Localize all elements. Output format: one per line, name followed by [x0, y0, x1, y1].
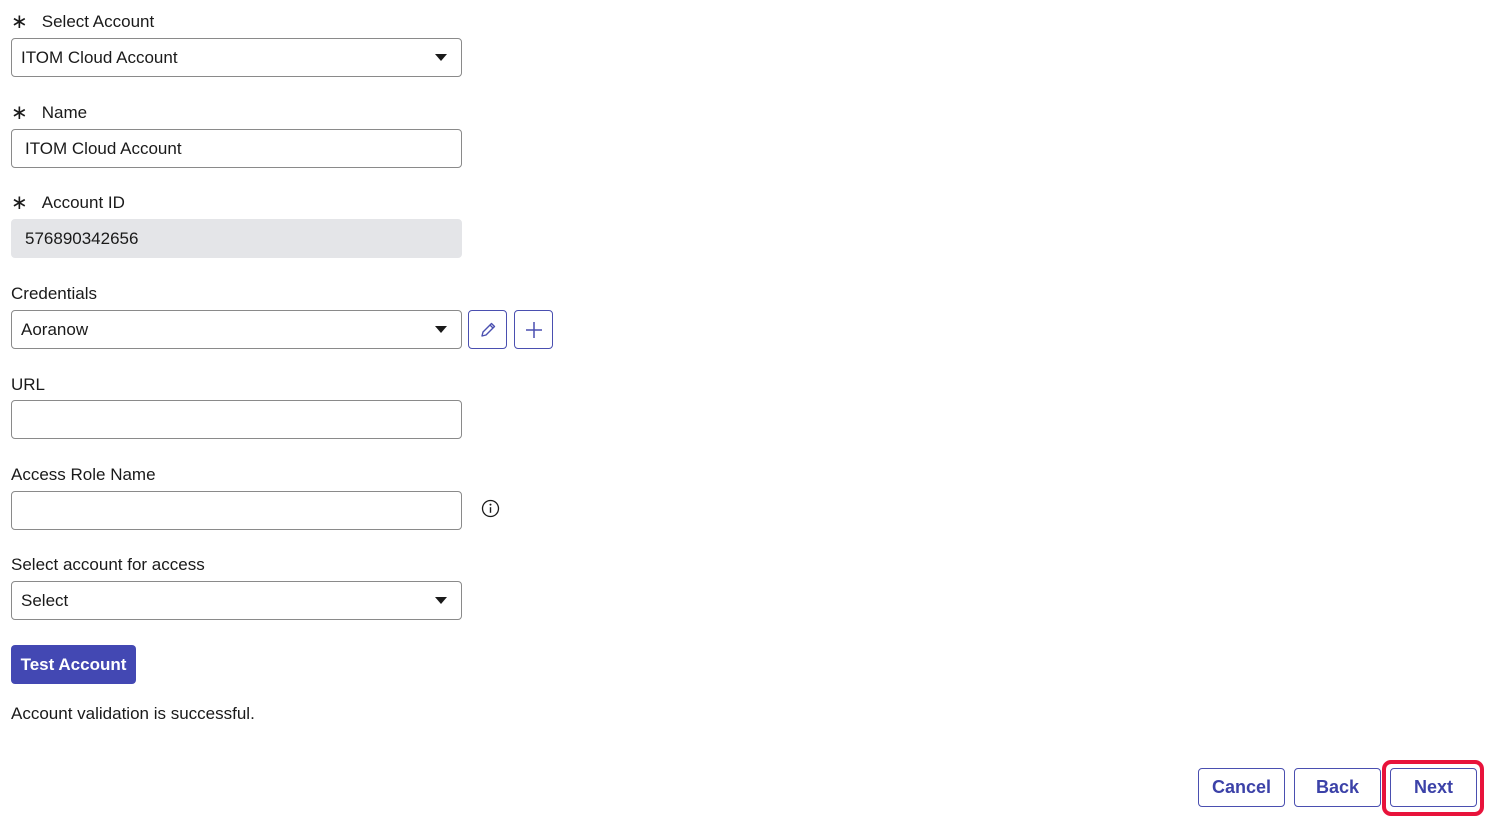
select-account-value: ITOM Cloud Account: [21, 47, 178, 67]
back-button[interactable]: Back: [1294, 768, 1381, 807]
select-account-label: ∗ Select Account: [11, 12, 154, 32]
next-button-highlight: [1382, 760, 1484, 816]
test-account-button[interactable]: Test Account: [11, 645, 136, 684]
required-asterisk-icon: ∗: [11, 192, 28, 214]
account-id-label: ∗ Account ID: [11, 193, 125, 213]
select-account-label-text: Select Account: [41, 12, 155, 31]
url-label: URL: [11, 375, 46, 394]
dropdown-caret-icon: [435, 326, 447, 333]
account-for-access-dropdown[interactable]: Select: [11, 581, 462, 620]
dropdown-caret-icon: [435, 54, 447, 61]
required-asterisk-icon: ∗: [11, 11, 28, 33]
info-icon[interactable]: [481, 499, 500, 518]
add-credentials-button[interactable]: [514, 310, 553, 349]
dropdown-caret-icon: [435, 597, 447, 604]
url-input[interactable]: [11, 400, 462, 439]
name-input[interactable]: ITOM Cloud Account: [11, 129, 462, 168]
edit-credentials-button[interactable]: [468, 310, 507, 349]
credentials-value: Aoranow: [21, 319, 89, 339]
select-account-dropdown[interactable]: ITOM Cloud Account: [11, 38, 462, 77]
add-plus-icon: [525, 321, 542, 338]
cancel-button[interactable]: Cancel: [1198, 768, 1285, 807]
account-id-value: 576890342656: [25, 228, 139, 248]
required-asterisk-icon: ∗: [11, 102, 28, 124]
account-for-access-value: Select: [21, 590, 69, 610]
credentials-dropdown[interactable]: Aoranow: [11, 310, 462, 349]
access-role-name-input[interactable]: [11, 491, 462, 530]
edit-pencil-icon: [480, 322, 495, 337]
name-label-text: Name: [41, 103, 88, 122]
name-label: ∗ Name: [11, 103, 87, 123]
credentials-label: Credentials: [11, 284, 97, 303]
name-input-value: ITOM Cloud Account: [25, 138, 182, 158]
account-id-label-text: Account ID: [41, 193, 125, 212]
account-id-field: 576890342656: [11, 219, 462, 258]
access-role-name-label: Access Role Name: [11, 465, 156, 484]
validation-status-message: Account validation is successful.: [11, 704, 255, 723]
account-for-access-label: Select account for access: [11, 555, 205, 574]
